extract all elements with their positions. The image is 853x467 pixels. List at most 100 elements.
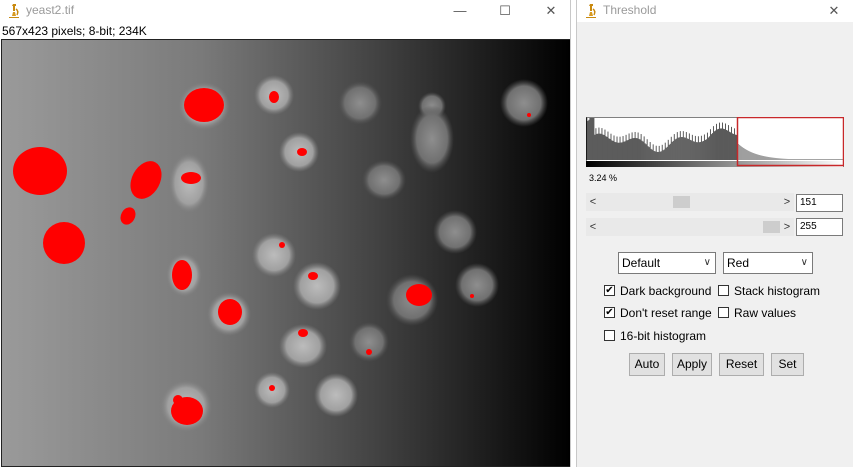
histogram-bar: [699, 142, 701, 160]
histogram-bar: [788, 159, 790, 160]
lower-slider-thumb[interactable]: [672, 196, 690, 208]
histogram-bar: [792, 159, 794, 160]
histogram-bar: [646, 139, 648, 160]
display-mode-select[interactable]: Red ∨: [723, 252, 813, 274]
histogram-bar: [837, 159, 839, 160]
upper-slider-left-arrow[interactable]: <: [586, 218, 600, 236]
image-canvas[interactable]: [1, 39, 571, 467]
checkbox-box[interactable]: [718, 285, 729, 296]
histogram-bar: [636, 138, 638, 160]
histogram-bar: [668, 144, 670, 160]
histogram-bar: [644, 143, 646, 160]
lower-slider-right-arrow[interactable]: >: [780, 193, 794, 211]
lower-threshold-value[interactable]: 151: [796, 194, 843, 212]
histogram-bar: [706, 132, 708, 160]
histogram-bar: [662, 150, 664, 160]
lower-threshold-slider[interactable]: < >: [586, 193, 794, 211]
histogram-bar: [666, 146, 668, 160]
lower-slider-left-arrow[interactable]: <: [586, 193, 600, 211]
histogram-bar: [820, 159, 822, 160]
upper-slider-thumb[interactable]: [763, 221, 780, 233]
histogram-bar: [767, 156, 769, 160]
auto-button[interactable]: Auto: [629, 353, 665, 376]
histogram-bar: [802, 159, 804, 160]
histogram-bar: [650, 148, 652, 160]
raw-values-label: Raw values: [734, 306, 797, 320]
histogram-bar: [675, 138, 677, 160]
checkbox-box[interactable]: ✔: [604, 307, 615, 318]
histogram-bar: [765, 156, 766, 160]
upper-slider-right-arrow[interactable]: >: [780, 218, 794, 236]
histogram-bar: [717, 129, 718, 160]
dont-reset-range-label: Don't reset range: [620, 306, 712, 320]
histogram-bar: [658, 145, 660, 160]
checkbox-box[interactable]: [718, 307, 729, 318]
histogram-bar: [595, 128, 597, 160]
histogram-bar: [640, 134, 642, 160]
histogram-bar: [630, 138, 632, 160]
histogram-bar: [809, 159, 811, 160]
histogram-bar: [725, 123, 726, 160]
checkbox-box[interactable]: [604, 330, 615, 341]
histogram-bar: [613, 135, 615, 160]
histogram-bar: [603, 134, 605, 160]
histogram-bar: [840, 159, 842, 160]
threshold-window-titlebar[interactable]: Threshold ✕: [577, 0, 853, 22]
histogram-bar: [751, 152, 752, 160]
histogram-bar: [768, 156, 770, 160]
histogram-bar: [587, 120, 589, 160]
histogram-bar: [771, 157, 773, 160]
histogram-bar: [600, 133, 602, 160]
threshold-method-select[interactable]: Default ∨: [618, 252, 716, 274]
histogram-bar: [593, 118, 595, 160]
histogram-bar: [700, 135, 702, 160]
histogram-bar: [684, 137, 686, 160]
histogram-bar: [822, 159, 824, 160]
histogram-bar: [789, 159, 791, 160]
histogram-bar: [836, 159, 838, 160]
set-button[interactable]: Set: [771, 353, 804, 376]
upper-threshold-slider[interactable]: < >: [586, 218, 794, 236]
histogram-bar: [634, 131, 636, 160]
histogram-bar: [721, 128, 722, 160]
histogram-bar: [735, 134, 736, 160]
upper-threshold-value[interactable]: 255: [796, 218, 843, 236]
histogram-bar: [629, 139, 631, 160]
histogram-bar: [759, 155, 760, 160]
histogram-bar: [687, 138, 689, 160]
histogram-bar: [728, 125, 729, 160]
histogram-bar: [762, 155, 763, 160]
histogram-bar: [642, 141, 644, 160]
histogram-bar: [708, 136, 710, 160]
histogram-bar: [779, 158, 781, 160]
histogram-bar: [817, 159, 819, 160]
histogram-bar: [639, 139, 641, 160]
histogram-bar: [716, 123, 717, 160]
maximize-button[interactable]: ☐: [482, 0, 528, 22]
apply-button[interactable]: Apply: [672, 353, 712, 376]
histogram-bar: [750, 151, 751, 160]
image-window-titlebar[interactable]: yeast2.tif — ☐ ✕: [0, 0, 570, 22]
histogram-bar: [649, 142, 651, 160]
histogram-bar: [632, 138, 634, 160]
histogram-bar: [805, 159, 807, 160]
histogram-bar: [697, 136, 699, 160]
histogram-bar: [664, 142, 666, 160]
histogram-bar: [829, 159, 831, 160]
histogram-bar: [747, 150, 748, 160]
histogram-bar: [648, 147, 650, 160]
histogram-bar: [746, 149, 747, 160]
checkbox-box[interactable]: ✔: [604, 285, 615, 296]
close-button[interactable]: ✕: [528, 0, 570, 22]
histogram-bar: [780, 158, 782, 160]
histogram-bar: [681, 137, 683, 160]
histogram-bar: [831, 159, 833, 160]
histogram-bar: [835, 159, 837, 160]
reset-button[interactable]: Reset: [719, 353, 764, 376]
threshold-close-button[interactable]: ✕: [817, 0, 851, 22]
histogram-bar: [659, 151, 661, 160]
histogram-bar: [828, 159, 830, 160]
histogram-bar: [711, 133, 713, 160]
minimize-button[interactable]: —: [437, 0, 483, 22]
histogram-bar: [774, 157, 776, 160]
